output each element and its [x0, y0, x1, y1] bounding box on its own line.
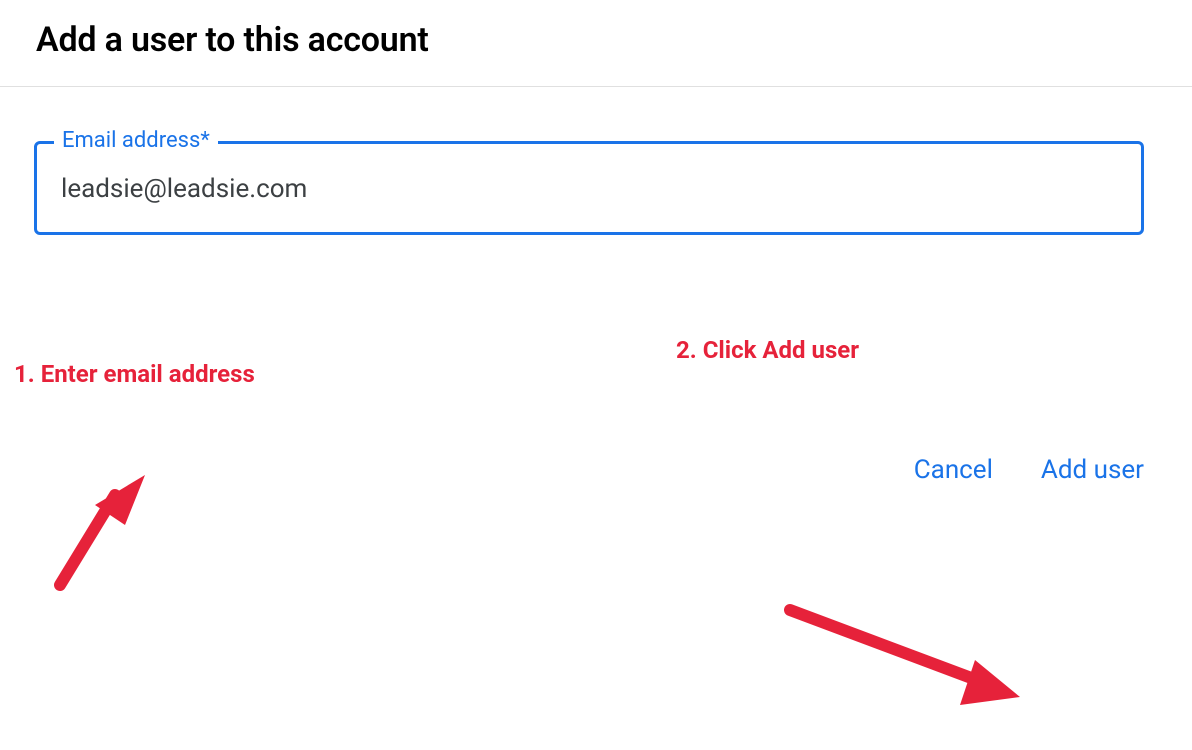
dialog-header: Add a user to this account	[0, 0, 1192, 87]
annotation-step-1: 1. Enter email address	[14, 360, 255, 388]
annotation-arrows	[0, 235, 1192, 750]
email-label: Email address*	[54, 128, 218, 153]
email-field-wrapper: Email address*	[34, 141, 1144, 235]
page-title: Add a user to this account	[36, 20, 1156, 60]
email-field[interactable]	[34, 141, 1144, 235]
annotation-step-2: 2. Click Add user	[676, 336, 859, 364]
cancel-button[interactable]: Cancel	[914, 455, 993, 485]
add-user-button[interactable]: Add user	[1041, 455, 1144, 485]
dialog-actions: Cancel Add user	[914, 455, 1144, 485]
dialog-content: Email address*	[0, 87, 1192, 235]
